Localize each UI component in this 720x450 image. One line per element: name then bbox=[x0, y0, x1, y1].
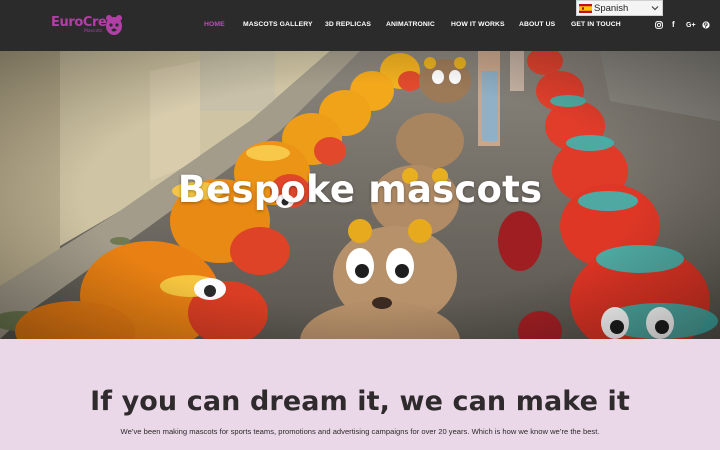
instagram-icon[interactable] bbox=[655, 21, 663, 29]
nav-mascots-gallery[interactable]: MASCOTS GALLERY bbox=[243, 21, 313, 28]
pinterest-icon[interactable] bbox=[702, 21, 710, 29]
intro-title: If you can dream it, we can make it bbox=[90, 386, 630, 417]
facebook-icon[interactable]: f bbox=[672, 20, 675, 30]
site-logo[interactable]: EuroCrea Mascots bbox=[51, 14, 123, 38]
language-selector[interactable]: Spanish bbox=[576, 0, 663, 16]
google-plus-icon[interactable]: G+ bbox=[686, 21, 696, 30]
language-label: Spanish bbox=[594, 3, 629, 14]
spain-flag-icon bbox=[579, 4, 592, 13]
chevron-down-icon bbox=[651, 6, 659, 11]
nav-how-it-works[interactable]: HOW IT WORKS bbox=[451, 21, 505, 28]
intro-text: We’ve been making mascots for sports tea… bbox=[120, 427, 600, 436]
hero-banner: Bespoke mascots bbox=[0, 51, 720, 339]
logo-subtext: Mascots bbox=[84, 29, 103, 34]
mascot-head-logo-icon bbox=[106, 15, 122, 35]
hero-title: Bespoke mascots bbox=[177, 168, 543, 211]
nav-get-in-touch[interactable]: GET IN TOUCH bbox=[571, 21, 621, 28]
intro-section: If you can dream it, we can make it We’v… bbox=[0, 339, 720, 450]
site-header: EuroCrea Mascots HOME MASCOTS GALLERY 3D… bbox=[0, 0, 720, 51]
nav-3d-replicas[interactable]: 3D REPLICAS bbox=[325, 21, 371, 28]
nav-about-us[interactable]: ABOUT US bbox=[519, 21, 555, 28]
nav-home[interactable]: HOME bbox=[204, 21, 225, 28]
nav-animatronic[interactable]: ANIMATRONIC bbox=[386, 21, 435, 28]
